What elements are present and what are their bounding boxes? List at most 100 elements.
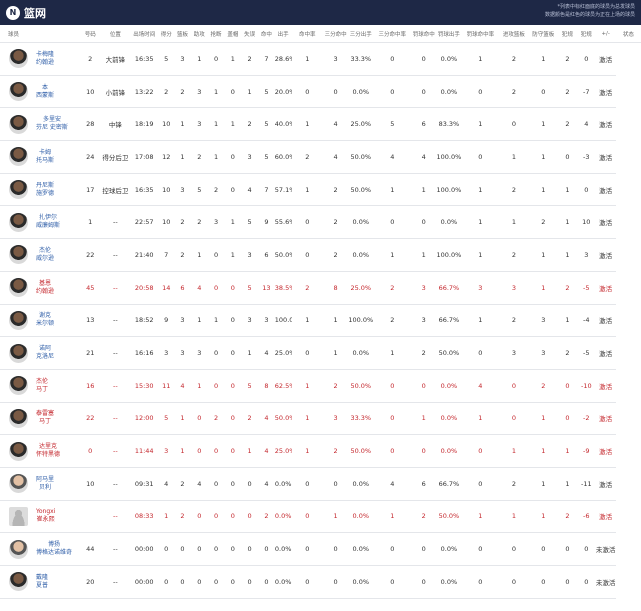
stat-cell: 中锋 [100,107,131,142]
stat-cell: 0 [207,42,225,76]
stat-cell: 0.0% [436,565,462,599]
stat-cell: 2 [411,336,437,370]
stat-cell: 09:31 [130,467,159,501]
stat-cell: 0 [576,42,596,76]
stat-cell: 22 [79,402,101,436]
stat-cell: 1 [291,173,324,207]
stat-cell: 0 [291,205,324,240]
stat-cell: 12:00 [130,402,159,436]
player-name-line-1: 基恩 [39,279,52,287]
stat-cell: 3 [174,336,191,370]
stat-cell: 1 [207,75,225,109]
stat-cell: 25.0% [348,107,374,142]
stat-cell: 1 [207,304,225,338]
stat-cell: 2 [174,500,191,534]
player-avatar [9,245,28,265]
player-name-link[interactable]: 戴隆 夏普 [36,574,48,590]
stat-cell: 1 [291,369,324,403]
stat-cell: 1 [224,107,242,142]
stat-cell: 3 [190,75,208,109]
stat-cell: 1 [373,238,412,272]
stat-cell: 4 [258,434,275,468]
player-name-link[interactable]: 卡姆 托马斯 [36,149,54,165]
stat-cell: 1 [291,402,324,436]
column-header: 三分出手 [348,25,374,43]
stat-cell: 1 [190,238,208,272]
stat-cell: 0 [241,467,258,501]
status-cell: 激活 [595,369,616,403]
player-name-line-1: 卡姆 [39,148,52,156]
stat-cell: 0 [411,42,437,76]
stat-cell: 11 [158,369,175,403]
table-row: 丹尼斯施罗德17控球后卫16:351035204757.1%1250.0%111… [0,173,641,207]
player-name-link[interactable]: Yongxi 崔永熙 [36,508,55,524]
stat-cell: 3 [174,304,191,338]
stat-cell: 5 [190,173,208,207]
stat-cell: 0 [207,532,225,566]
stat-cell: -9 [576,434,596,468]
stat-cell: 0 [373,42,412,76]
stat-cell: 22:57 [130,205,159,240]
stat-cell: 2 [241,42,258,76]
player-name-link[interactable]: 谢克 米尔顿 [36,312,54,328]
player-name-link[interactable]: 多里安 芬尼 史密斯 [36,116,68,132]
stat-cell: 0 [323,532,349,566]
stat-cell: 20:58 [130,271,159,305]
column-header: 盖帽 [224,25,242,43]
player-name-link[interactable]: 丹尼斯 施罗德 [36,182,54,198]
stat-cell: 2 [174,467,191,501]
stat-cell: 1 [557,434,577,468]
stat-cell: 5 [373,107,412,142]
stat-cell: 1 [373,173,412,207]
stat-cell: 0 [461,336,500,370]
stat-cell: 6 [258,238,275,272]
stat-cell: 0 [224,434,242,468]
player-name-line-2: 贝利 [39,483,52,491]
stat-cell: 0 [499,532,529,566]
stat-cell: 3 [411,304,437,338]
stat-cell: 7 [158,238,175,272]
column-header: 球员 [0,25,80,43]
player-name-link[interactable]: 诺阿 克洛尼 [36,345,54,361]
stat-cell: -- [100,402,131,436]
player-name-link[interactable]: 基恩 约翰逊 [36,280,54,296]
stat-cell: 11:44 [130,434,159,468]
stat-cell: 0.0% [436,434,462,468]
stat-cell: 0 [207,434,225,468]
stat-cell: 0 [207,565,225,599]
stat-cell: 0 [190,532,208,566]
player-name-link[interactable]: 达里克 怀特黑德 [36,443,60,459]
stat-cell: 1 [224,238,242,272]
stat-cell: 0 [461,532,500,566]
stat-cell: 1 [291,107,324,142]
player-name-link[interactable]: 博扬 博格达诺维奇 [36,541,72,557]
stat-cell: 0 [576,173,596,207]
stat-cell: 0.0% [436,402,462,436]
stat-cell: 0 [291,500,324,534]
player-name-line-2: 施罗德 [36,189,55,197]
stat-cell: 4 [323,107,349,142]
player-name-link[interactable]: 泰雷塞 马丁 [36,410,54,426]
player-name-link[interactable]: 阿马里 贝利 [36,476,54,492]
team-header: N 篮网 *列表中标红面底的球员为总发球员 数据颜色是红色的球员为正在上场的球员 [0,0,641,25]
player-name-link[interactable]: 杰伦 威尔逊 [36,247,54,263]
stat-cell: 大前锋 [100,42,131,76]
player-name-link[interactable]: 本西蒙斯 [36,84,54,100]
player-avatar [9,114,28,134]
stat-cell: 4 [373,467,412,501]
stat-cell: 20 [79,565,101,599]
stat-cell: 4 [258,402,275,436]
stat-cell: 100.0% [348,304,374,338]
player-name-link[interactable]: 卡梅隆 约翰逊 [36,51,54,67]
player-name-link[interactable]: 杰伦 马丁 [36,378,48,394]
status-cell: 激活 [595,467,616,501]
player-name-link[interactable]: 扎伊尔 威廉姆斯 [36,214,60,230]
player-name-line-1: 杰伦 [39,246,52,254]
stat-cell: 57.1% [274,173,292,207]
player-cell: 阿马里 贝利 [0,467,80,501]
note-line-2: 数据颜色是红色的球员为正在上场的球员 [544,12,635,18]
stat-cell: 9 [158,304,175,338]
player-name-line-1: 戴隆 [36,573,49,581]
stat-cell: 2 [291,140,324,174]
stat-cell: 0 [461,434,500,468]
